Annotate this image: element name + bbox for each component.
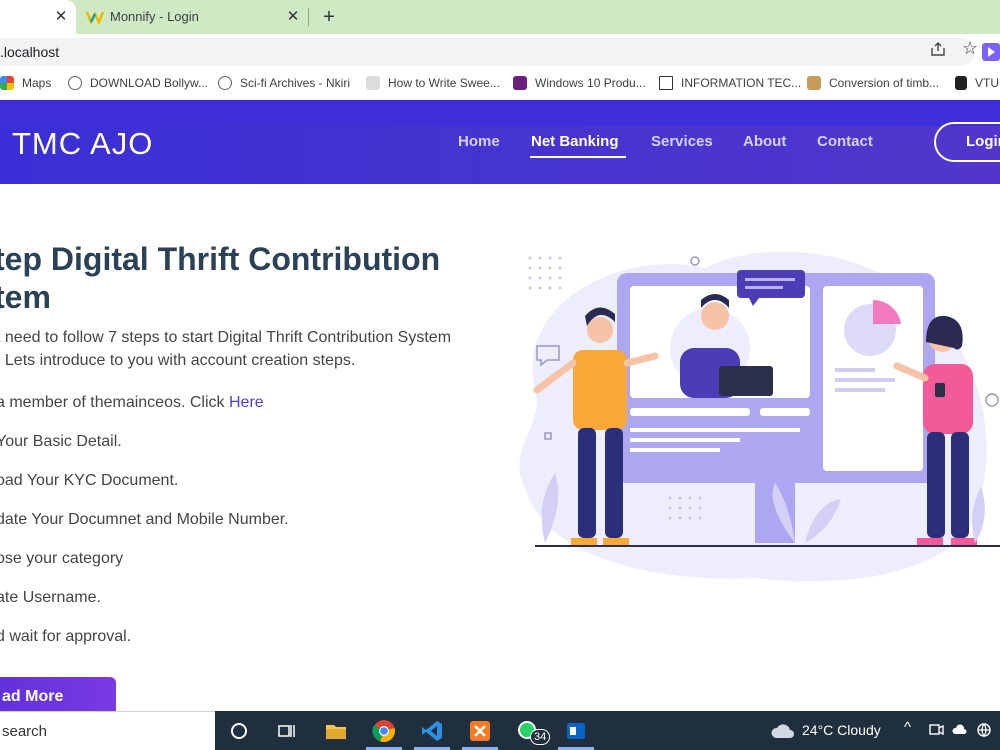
- hero-intro-line: t need to follow 7 steps to start Digita…: [0, 329, 452, 346]
- vscode-icon[interactable]: [420, 719, 444, 743]
- outlook-icon[interactable]: [564, 719, 588, 743]
- bookmark-label: Maps: [22, 76, 52, 90]
- brand-logo[interactable]: TMC AJO: [12, 126, 153, 162]
- extension-icon[interactable]: [982, 43, 1000, 61]
- cloudy-weather-icon[interactable]: [770, 722, 796, 740]
- step-item: ose your category: [0, 550, 124, 567]
- vtu-favicon-icon: [955, 76, 967, 90]
- step-item: ate Username.: [0, 589, 101, 606]
- tab-separator: [308, 8, 309, 26]
- bookmarks-bar: Maps DOWNLOAD Bollyw... Sci-fi Archives …: [0, 70, 1000, 96]
- browser-tab-bar: ✕ Monnify - Login ✕ +: [0, 0, 1000, 34]
- bookmark-item[interactable]: Windows 10 Produ...: [513, 75, 646, 91]
- site-navbar: TMC AJO Home Net Banking Services About …: [0, 122, 1000, 184]
- bookmark-item[interactable]: Sci-fi Archives - Nkiri: [218, 75, 350, 91]
- hero-title-line: tem: [0, 279, 51, 315]
- meet-now-icon[interactable]: [928, 722, 944, 738]
- nav-about[interactable]: About: [743, 133, 786, 150]
- bookmark-item[interactable]: Maps: [0, 75, 51, 91]
- task-view-icon[interactable]: [274, 719, 298, 743]
- video-icon: [68, 76, 82, 90]
- maps-icon: [0, 76, 14, 90]
- step-item: oad Your KYC Document.: [0, 472, 179, 489]
- bookmark-item[interactable]: VTU: [955, 75, 999, 91]
- taskbar-search-text[interactable]: search: [2, 723, 47, 740]
- bookmark-item[interactable]: INFORMATION TEC...: [659, 75, 801, 91]
- site-top-band: [0, 100, 1000, 126]
- login-button[interactable]: Login: [934, 122, 1000, 162]
- bookmark-label: INFORMATION TEC...: [681, 76, 802, 90]
- bookmark-item[interactable]: How to Write Swee...: [366, 75, 500, 91]
- weather-text[interactable]: 24°C Cloudy: [802, 722, 881, 738]
- chrome-icon[interactable]: [372, 719, 396, 743]
- timber-favicon-icon: [807, 76, 821, 90]
- bookmark-item[interactable]: Conversion of timb...: [807, 75, 939, 91]
- network-icon[interactable]: [976, 722, 992, 738]
- new-tab-button[interactable]: +: [318, 6, 340, 28]
- browser-tab-monnify[interactable]: Monnify - Login ✕: [78, 0, 310, 34]
- step-item: a member of themainceos. Click Here: [0, 394, 264, 412]
- hero-title: tep Digital Thrift Contribution tem: [0, 240, 494, 316]
- tab-close-icon[interactable]: ✕: [52, 8, 70, 26]
- share-icon[interactable]: [930, 42, 946, 56]
- nav-home[interactable]: Home: [458, 133, 500, 150]
- nav-contact[interactable]: Contact: [817, 133, 873, 150]
- hero-intro: t need to follow 7 steps to start Digita…: [0, 326, 496, 372]
- video-icon: [218, 76, 232, 90]
- read-more-label: ad More: [2, 688, 64, 705]
- nav-net-banking[interactable]: Net Banking: [531, 133, 619, 150]
- active-nav-underline: [530, 156, 626, 158]
- site-favicon-icon: [366, 76, 380, 90]
- address-bar-row: .localhost ☆: [0, 34, 1000, 70]
- hero-title-line: tep Digital Thrift Contribution: [0, 241, 441, 277]
- url-text[interactable]: .localhost: [0, 44, 59, 60]
- bookmark-label: DOWNLOAD Bollyw...: [90, 76, 209, 90]
- nav-services[interactable]: Services: [651, 133, 713, 150]
- step-text: a member of themainceos. Click: [0, 394, 229, 411]
- windows-favicon-icon: [513, 76, 527, 90]
- cortana-icon[interactable]: [227, 719, 251, 743]
- whatsapp-badge: 34: [530, 729, 551, 745]
- cmp-note-favicon-icon: [659, 76, 673, 90]
- bookmark-item[interactable]: DOWNLOAD Bollyw...: [68, 75, 208, 91]
- onedrive-cloud-icon[interactable]: [952, 722, 968, 738]
- bookmark-label: Sci-fi Archives - Nkiri: [240, 76, 351, 90]
- tab-close-icon[interactable]: ✕: [284, 8, 302, 26]
- bookmark-label: Conversion of timb...: [829, 76, 940, 90]
- tab-title: Monnify - Login: [110, 9, 199, 24]
- video-call-illustration: [519, 251, 1000, 582]
- xampp-icon[interactable]: [468, 719, 492, 743]
- bookmark-label: Windows 10 Produ...: [535, 76, 646, 90]
- bookmark-star-icon[interactable]: ☆: [962, 38, 978, 59]
- hero-intro-line: . Lets introduce to you with account cre…: [0, 352, 356, 369]
- monnify-logo-icon: [86, 11, 104, 25]
- windows-taskbar: search 34 24°C Cloudy ^: [0, 711, 1000, 750]
- step-item: date Your Documnet and Mobile Number.: [0, 511, 289, 528]
- show-hidden-icons-caret[interactable]: ^: [904, 719, 911, 736]
- browser-tab-active[interactable]: ✕: [0, 0, 76, 34]
- here-link[interactable]: Here: [229, 394, 264, 411]
- address-bar[interactable]: .localhost: [0, 38, 975, 66]
- bookmark-label: How to Write Swee...: [388, 76, 500, 90]
- bookmark-label: VTU: [975, 76, 999, 90]
- file-explorer-icon[interactable]: [324, 719, 348, 743]
- step-item: Your Basic Detail.: [0, 433, 122, 450]
- taskbar-search[interactable]: search: [0, 711, 215, 750]
- step-item: d wait for approval.: [0, 628, 132, 645]
- login-label: Login: [966, 133, 1000, 150]
